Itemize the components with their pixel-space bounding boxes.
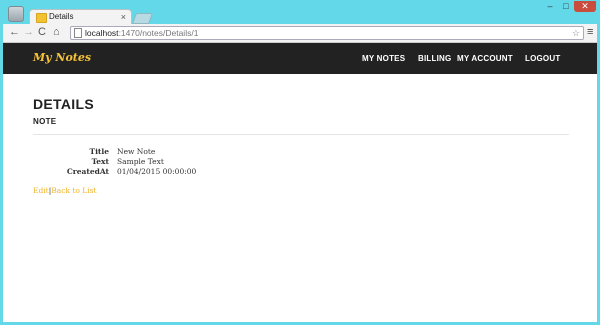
minimize-icon[interactable]: – <box>542 1 558 12</box>
site-navbar: My Notes MY NOTES BILLING MY ACCOUNT LOG… <box>3 43 597 74</box>
browser-toolbar: ← → C ⌂ localhost:1470/notes/Details/1 ☆… <box>3 24 597 43</box>
browser-window: Details × – □ ✕ ← → C ⌂ localhost:1470/n… <box>0 0 600 325</box>
field-value-createdat: 01/04/2015 00:00:00 <box>117 167 197 176</box>
divider <box>33 134 569 135</box>
edit-link[interactable]: Edit <box>33 186 49 195</box>
page-subtitle: NOTE <box>33 117 57 126</box>
field-label-createdat: CreatedAt <box>66 167 109 176</box>
page-icon <box>74 28 82 38</box>
back-to-list-link[interactable]: Back to List <box>51 186 96 195</box>
nav-my-notes[interactable]: MY NOTES <box>362 54 405 63</box>
new-tab-button[interactable] <box>131 13 154 24</box>
forward-arrow-icon[interactable]: → <box>23 26 34 39</box>
field-value-title: New Note <box>117 147 156 156</box>
url-path: :1470/notes/Details/1 <box>118 28 199 38</box>
url-text[interactable]: localhost:1470/notes/Details/1 <box>85 27 198 39</box>
tab-close-icon[interactable]: × <box>121 11 126 23</box>
close-window-icon[interactable]: ✕ <box>574 1 596 12</box>
bookmark-star-icon[interactable]: ☆ <box>572 27 580 39</box>
action-links: Edit|Back to List <box>33 186 97 195</box>
tab-title: Details <box>49 12 74 21</box>
home-icon[interactable]: ⌂ <box>53 26 60 39</box>
field-label-title: Title <box>89 147 109 156</box>
page-viewport: My Notes MY NOTES BILLING MY ACCOUNT LOG… <box>3 43 597 322</box>
maximize-icon[interactable]: □ <box>558 1 574 12</box>
window-controls: – □ ✕ <box>542 1 596 12</box>
page-title: DETAILS <box>33 96 94 112</box>
nav-logout[interactable]: LOGOUT <box>525 54 560 63</box>
tab-details[interactable]: Details × <box>29 9 132 25</box>
reload-icon[interactable]: C <box>38 26 46 39</box>
address-bar[interactable]: localhost:1470/notes/Details/1 ☆ <box>70 26 584 40</box>
url-host: localhost <box>85 28 119 38</box>
brand-logo[interactable]: My Notes <box>33 51 91 64</box>
back-arrow-icon[interactable]: ← <box>9 26 20 39</box>
folder-favicon-icon <box>36 13 47 23</box>
browser-menu-icon[interactable]: ≡ <box>587 27 593 38</box>
nav-my-account[interactable]: MY ACCOUNT <box>457 54 513 63</box>
field-value-text: Sample Text <box>117 157 164 166</box>
tab-strip: Details × – □ ✕ <box>0 0 600 25</box>
nav-billing[interactable]: BILLING <box>418 54 451 63</box>
browser-user-icon[interactable] <box>8 6 24 22</box>
field-label-text: Text <box>91 157 109 166</box>
